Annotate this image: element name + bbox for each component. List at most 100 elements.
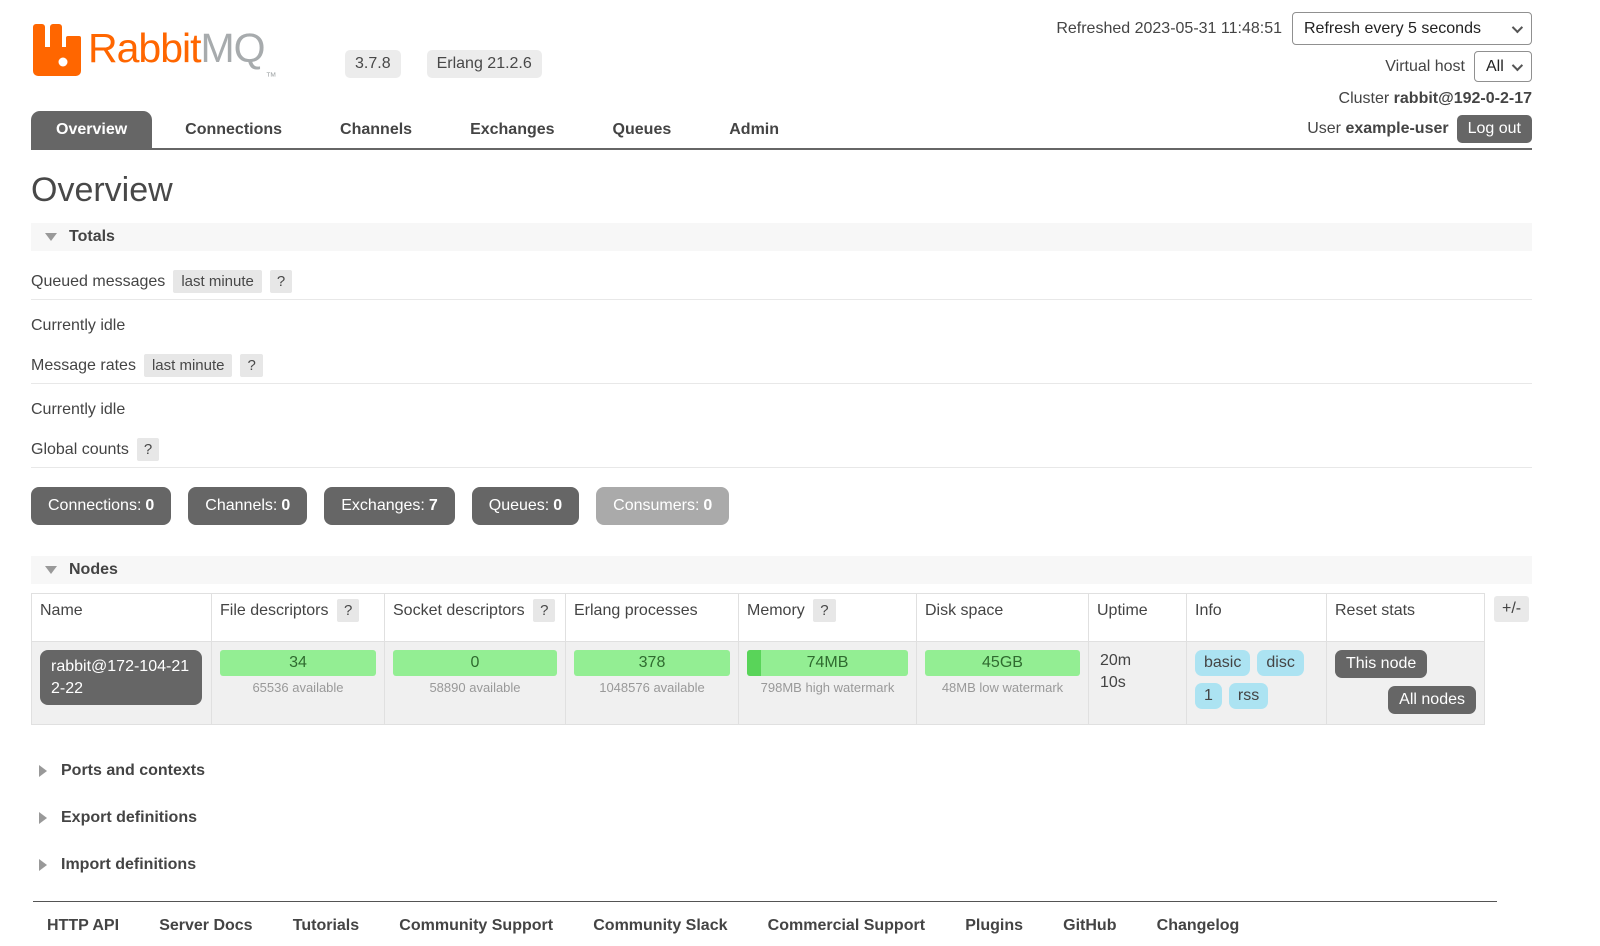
- uptime-cell: 20m 10s: [1089, 642, 1187, 725]
- uptime-value: 20m 10s: [1097, 650, 1149, 695]
- expand-triangle-icon: [39, 812, 47, 824]
- reset-all-nodes-button[interactable]: All nodes: [1388, 686, 1476, 714]
- col-header-name: Name: [32, 594, 212, 642]
- info-badge-basic: basic: [1195, 650, 1250, 676]
- tab-connections[interactable]: Connections: [160, 111, 307, 148]
- footer-link-plugins[interactable]: Plugins: [965, 917, 1023, 934]
- info-badge-disc: disc: [1257, 650, 1303, 676]
- chevron-down-icon: [1512, 59, 1523, 70]
- tab-queues[interactable]: Queues: [588, 111, 697, 148]
- queues-counter: Queues:0: [472, 487, 579, 525]
- wordmark-mq: MQ: [201, 25, 265, 71]
- exchanges-counter: Exchanges:7: [324, 487, 455, 525]
- file-descriptors-detail: 65536 available: [220, 680, 376, 695]
- ports-and-contexts-label: Ports and contexts: [61, 762, 205, 780]
- memory-cell: 74MB 798MB high watermark: [739, 642, 917, 725]
- consumers-counter: Consumers:0: [596, 487, 729, 525]
- exchanges-counter-label: Exchanges:: [341, 497, 425, 514]
- col-header-info: Info: [1187, 594, 1327, 642]
- vhost-value: All: [1486, 58, 1504, 76]
- totals-section-label: Totals: [69, 228, 115, 246]
- file-descriptors-help-icon[interactable]: ?: [337, 599, 359, 622]
- erlang-version-badge: Erlang 21.2.6: [427, 50, 542, 78]
- footer-link-community-support[interactable]: Community Support: [399, 917, 553, 934]
- expand-triangle-icon: [39, 859, 47, 871]
- rates-last-minute-badge: last minute: [144, 354, 233, 377]
- vhost-label: Virtual host: [1385, 58, 1465, 76]
- page: RabbitMQ™ 3.7.8 Erlang 21.2.6 Refreshed …: [0, 0, 1600, 935]
- consumers-counter-value: 0: [703, 497, 712, 514]
- info-badge-count: 1: [1195, 683, 1222, 709]
- channels-counter-label: Channels:: [205, 497, 277, 514]
- queued-messages-heading: Queued messages last minute ?: [31, 270, 1532, 300]
- nodes-section-label: Nodes: [69, 561, 118, 579]
- memory-meter: 74MB: [747, 650, 908, 676]
- import-definitions-section[interactable]: Import definitions: [31, 856, 1532, 874]
- col-header-erlang-processes: Erlang processes: [566, 594, 739, 642]
- connections-counter-value: 0: [145, 497, 154, 514]
- queued-messages-label: Queued messages: [31, 273, 165, 291]
- disk-space-meter: 45GB: [925, 650, 1080, 676]
- rabbitmq-logo-icon: [33, 24, 81, 76]
- connections-counter-label: Connections:: [48, 497, 141, 514]
- cluster-name: rabbit@192-0-2-17: [1394, 90, 1532, 107]
- tab-overview[interactable]: Overview: [31, 111, 152, 148]
- col-header-disk-space: Disk space: [917, 594, 1089, 642]
- tab-exchanges[interactable]: Exchanges: [445, 111, 579, 148]
- queued-idle-status: Currently idle: [31, 317, 1532, 335]
- global-counts-heading: Global counts ?: [31, 438, 1532, 468]
- ports-and-contexts-section[interactable]: Ports and contexts: [31, 762, 1532, 780]
- reset-this-node-button[interactable]: This node: [1335, 650, 1427, 678]
- file-descriptors-meter: 34: [220, 650, 376, 676]
- footer-link-tutorials[interactable]: Tutorials: [293, 917, 359, 934]
- footer-link-community-slack[interactable]: Community Slack: [593, 917, 727, 934]
- footer-link-server-docs[interactable]: Server Docs: [159, 917, 252, 934]
- reset-stats-cell: This node All nodes: [1327, 642, 1485, 725]
- socket-descriptors-help-icon[interactable]: ?: [533, 599, 555, 622]
- rabbitmq-logo[interactable]: RabbitMQ™: [33, 24, 276, 101]
- nodes-table: Name File descriptors ? Socket descripto…: [31, 593, 1485, 725]
- import-definitions-label: Import definitions: [61, 856, 196, 874]
- footer-link-changelog[interactable]: Changelog: [1157, 917, 1240, 934]
- file-descriptors-value: 34: [289, 654, 307, 671]
- col-header-reset-stats: Reset stats: [1327, 594, 1485, 642]
- memory-detail: 798MB high watermark: [747, 680, 908, 695]
- nodes-section-header[interactable]: Nodes: [31, 556, 1532, 584]
- footer-link-http-api[interactable]: HTTP API: [47, 917, 119, 934]
- tab-channels[interactable]: Channels: [315, 111, 437, 148]
- info-badges-row: basic disc: [1195, 650, 1318, 676]
- vhost-select[interactable]: All: [1474, 51, 1532, 82]
- col-header-socket-descriptors: Socket descriptors ?: [385, 594, 566, 642]
- queues-counter-label: Queues:: [489, 497, 549, 514]
- connections-counter: Connections:0: [31, 487, 171, 525]
- memory-value: 74MB: [807, 654, 849, 671]
- channels-counter-value: 0: [281, 497, 290, 514]
- reset-all-row: All nodes: [1335, 686, 1476, 714]
- col-header-uptime: Uptime: [1089, 594, 1187, 642]
- nodes-table-wrap: Name File descriptors ? Socket descripto…: [31, 593, 1532, 725]
- refresh-interval-select[interactable]: Refresh every 5 seconds: [1292, 12, 1532, 45]
- totals-section-header[interactable]: Totals: [31, 223, 1532, 251]
- rates-help-icon[interactable]: ?: [240, 354, 262, 377]
- export-definitions-section[interactable]: Export definitions: [31, 809, 1532, 827]
- col-header-socket-descriptors-label: Socket descriptors: [393, 602, 525, 619]
- global-counters: Connections:0 Channels:0 Exchanges:7 Que…: [31, 487, 1532, 525]
- refresh-interval-value: Refresh every 5 seconds: [1304, 20, 1481, 38]
- rates-idle-status: Currently idle: [31, 401, 1532, 419]
- footer-link-commercial-support[interactable]: Commercial Support: [768, 917, 925, 934]
- tab-admin[interactable]: Admin: [704, 111, 804, 148]
- col-header-memory-label: Memory: [747, 602, 805, 619]
- footer-link-github[interactable]: GitHub: [1063, 917, 1116, 934]
- info-badge-rss: rss: [1229, 683, 1268, 709]
- message-rates-label: Message rates: [31, 357, 136, 375]
- column-toggle-button[interactable]: +/-: [1494, 596, 1529, 622]
- col-header-memory: Memory ?: [739, 594, 917, 642]
- socket-descriptors-value: 0: [471, 654, 480, 671]
- disk-space-detail: 48MB low watermark: [925, 680, 1080, 695]
- col-header-file-descriptors-label: File descriptors: [220, 602, 328, 619]
- global-counts-help-icon[interactable]: ?: [137, 438, 159, 461]
- queues-counter-value: 0: [553, 497, 562, 514]
- queued-help-icon[interactable]: ?: [270, 270, 292, 293]
- memory-help-icon[interactable]: ?: [813, 599, 835, 622]
- refreshed-label: Refreshed: [1056, 20, 1130, 37]
